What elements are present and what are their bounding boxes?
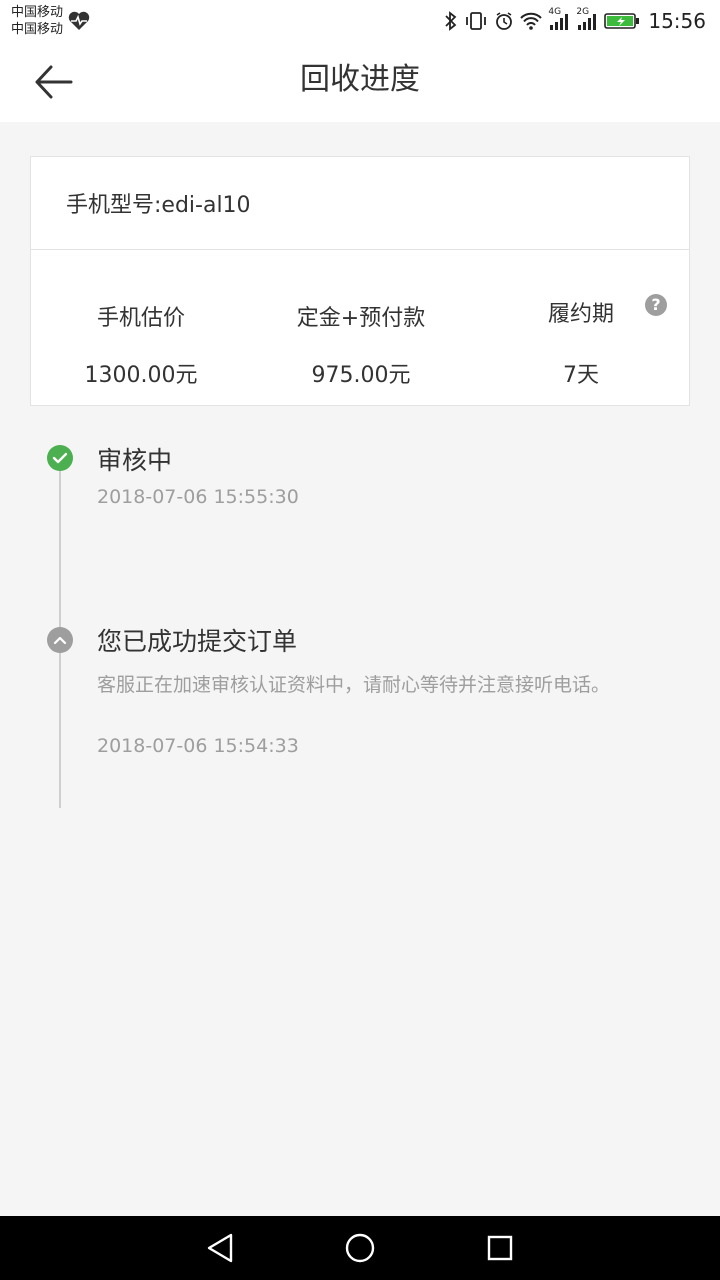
nav-home-button[interactable] bbox=[340, 1230, 380, 1266]
carrier-2: 中国移动 bbox=[11, 22, 64, 37]
carrier-info: 中国移动 中国移动 bbox=[11, 4, 63, 38]
stat-value: 7天 bbox=[563, 363, 599, 388]
help-icon[interactable]: ? bbox=[645, 294, 667, 316]
back-triangle-icon bbox=[207, 1233, 233, 1263]
stat-value: 1300.00元 bbox=[84, 363, 198, 388]
system-nav-bar bbox=[0, 1216, 720, 1280]
recycle-info-card: 手机型号:edi-al10 手机估价 1300.00元 定金+预付款 975.0… bbox=[30, 156, 690, 406]
timeline-time: 2018-07-06 15:54:33 bbox=[97, 735, 299, 757]
nav-recents-button[interactable] bbox=[480, 1230, 520, 1266]
battery-icon bbox=[604, 12, 640, 30]
timeline-time: 2018-07-06 15:55:30 bbox=[97, 486, 299, 508]
home-circle-icon bbox=[345, 1233, 375, 1263]
status-icons: 4G 2G 15:56 bbox=[438, 7, 706, 34]
page-title: 回收进度 bbox=[300, 62, 420, 97]
chevron-up-icon bbox=[47, 627, 73, 653]
status-bar: 中国移动 中国移动 4G 2G 15:56 bbox=[0, 0, 720, 42]
recents-square-icon bbox=[487, 1235, 513, 1261]
signal-2g: 2G bbox=[576, 7, 598, 31]
timeline-title: 审核中 bbox=[97, 446, 173, 475]
alarm-icon bbox=[494, 11, 514, 31]
timeline-title: 您已成功提交订单 bbox=[97, 627, 298, 656]
stat-label: 手机估价 bbox=[96, 306, 185, 331]
stats-row: 手机估价 1300.00元 定金+预付款 975.00元 履约期 7天 ? bbox=[31, 250, 689, 406]
timeline-desc: 客服正在加速审核认证资料中，请耐心等待并注意接听电话。 bbox=[97, 674, 611, 696]
heart-rate-icon bbox=[68, 11, 90, 35]
network-label-1: 4G bbox=[548, 7, 562, 17]
stat-label: 定金+预付款 bbox=[296, 306, 426, 331]
wifi-icon bbox=[520, 12, 543, 30]
carrier-1: 中国移动 bbox=[11, 5, 64, 20]
app-bar: 回收进度 bbox=[0, 42, 720, 122]
bluetooth-icon bbox=[444, 11, 458, 31]
signal-4g: 4G bbox=[548, 7, 570, 31]
vibrate-icon bbox=[464, 11, 488, 31]
phone-model: 手机型号:edi-al10 bbox=[31, 157, 689, 250]
check-icon bbox=[47, 445, 73, 471]
network-label-2: 2G bbox=[576, 7, 590, 17]
stat-value: 975.00元 bbox=[311, 363, 411, 388]
clock-time: 15:56 bbox=[648, 9, 706, 33]
nav-back-button[interactable] bbox=[200, 1230, 240, 1266]
